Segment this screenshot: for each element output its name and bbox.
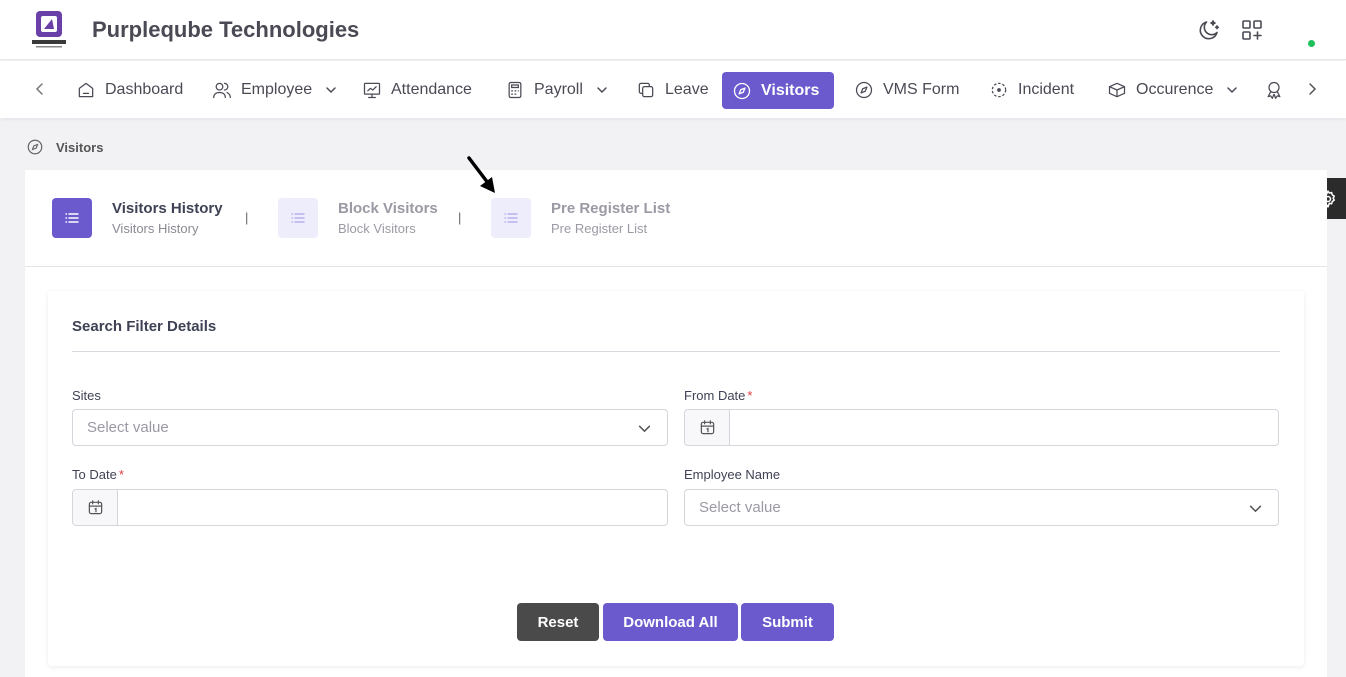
nav-item-vms-form[interactable]: VMS Form xyxy=(844,72,969,108)
tab-subtitle: Pre Register List xyxy=(551,221,648,236)
visitors-tabs: Visitors History Visitors History | Bloc… xyxy=(25,170,1327,267)
sites-label: Sites xyxy=(72,388,101,403)
chevron-down-icon xyxy=(326,87,336,94)
list-icon xyxy=(278,198,318,238)
sites-select[interactable]: Select value xyxy=(72,409,668,446)
mouse-pointer-icon xyxy=(466,155,498,195)
focus-icon xyxy=(991,82,1007,98)
required-mark: * xyxy=(747,388,753,403)
to-date-label: To Date * xyxy=(72,467,124,482)
submit-button[interactable]: Submit xyxy=(741,603,834,641)
online-status-dot xyxy=(1308,40,1315,47)
nav-item-label: Leave xyxy=(665,81,709,98)
employee-placeholder: Select value xyxy=(699,499,781,516)
list-icon xyxy=(52,198,92,238)
copy-icon xyxy=(638,82,654,98)
monitor-chart-icon xyxy=(363,82,381,99)
download-all-button[interactable]: Download All xyxy=(603,603,738,641)
dark-mode-moon-icon[interactable] xyxy=(1197,18,1221,42)
nav-scroll-right-icon[interactable] xyxy=(1302,79,1322,99)
top-header: Purpleqube Technologies xyxy=(0,0,1346,60)
compass-icon xyxy=(733,82,751,99)
required-mark: * xyxy=(118,467,124,482)
nav-item-award[interactable] xyxy=(1254,72,1294,108)
chevron-down-icon xyxy=(1227,87,1238,94)
nav-scroll-left-icon[interactable] xyxy=(30,79,50,99)
employee-name-label: Employee Name xyxy=(684,467,781,482)
nav-item-dashboard[interactable]: Dashboard xyxy=(66,72,193,108)
tab-pre-register-list[interactable]: Pre Register List Pre Register List xyxy=(491,197,670,239)
nav-item-label: Attendance xyxy=(391,81,472,98)
tab-subtitle: Block Visitors xyxy=(338,221,416,236)
compass-icon xyxy=(27,139,43,155)
chevron-down-icon xyxy=(638,425,651,433)
nav-item-label: Occurence xyxy=(1136,81,1214,98)
nav-item-payroll[interactable]: Payroll xyxy=(495,72,618,108)
company-logo[interactable] xyxy=(30,9,68,49)
nav-item-label: Payroll xyxy=(534,81,583,98)
from-date-field[interactable] xyxy=(684,409,1279,446)
nav-item-incident[interactable]: Incident xyxy=(979,72,1084,108)
divider xyxy=(72,351,1280,352)
to-date-field[interactable] xyxy=(72,489,668,526)
tab-separator: | xyxy=(458,210,462,225)
tab-subtitle: Visitors History xyxy=(112,221,199,236)
nav-item-label: Incident xyxy=(1018,81,1075,98)
tab-block-visitors[interactable]: Block Visitors Block Visitors xyxy=(278,197,438,239)
nav-item-attendance[interactable]: Attendance xyxy=(352,72,482,108)
calendar-icon[interactable] xyxy=(73,490,118,525)
tab-visitors-history[interactable]: Visitors History Visitors History xyxy=(52,197,223,239)
visitors-card: Visitors History Visitors History | Bloc… xyxy=(25,170,1327,677)
nav-item-occurence[interactable]: Occurence xyxy=(1097,72,1248,108)
home-icon xyxy=(78,82,94,98)
panel-title: Search Filter Details xyxy=(72,318,217,335)
nav-item-visitors[interactable]: Visitors xyxy=(722,72,834,109)
nav-item-label: Dashboard xyxy=(105,81,184,98)
calendar-icon[interactable] xyxy=(685,410,730,445)
apps-grid-icon[interactable] xyxy=(1240,18,1264,42)
breadcrumb: Visitors xyxy=(26,138,103,156)
chevron-down-icon xyxy=(597,87,607,94)
tab-title: Pre Register List xyxy=(551,200,671,217)
nav-item-label: Visitors xyxy=(761,81,820,99)
users-icon xyxy=(213,82,231,99)
reset-button[interactable]: Reset xyxy=(517,603,599,641)
sites-placeholder: Select value xyxy=(87,419,169,436)
tab-title: Visitors History xyxy=(112,200,223,217)
brand-name: Purpleqube Technologies xyxy=(92,17,360,42)
search-filter-panel: Search Filter Details Sites Select value… xyxy=(48,291,1304,666)
breadcrumb-label: Visitors xyxy=(56,139,104,155)
main-nav: Dashboard Employee Attendance Payroll Le… xyxy=(0,61,1346,118)
award-icon xyxy=(1267,81,1281,99)
calculator-icon xyxy=(508,81,522,99)
nav-item-employee[interactable]: Employee xyxy=(202,72,347,108)
list-icon xyxy=(491,198,531,238)
tab-title: Block Visitors xyxy=(338,200,438,217)
tab-separator: | xyxy=(245,210,249,225)
box-icon xyxy=(1108,82,1126,98)
from-date-label: From Date * xyxy=(684,388,753,403)
compass-icon xyxy=(855,81,873,99)
employee-name-select[interactable]: Select value xyxy=(684,489,1279,526)
nav-item-leave[interactable]: Leave xyxy=(626,72,719,108)
nav-item-label: VMS Form xyxy=(883,81,960,98)
chevron-down-icon xyxy=(1249,505,1262,513)
nav-item-label: Employee xyxy=(241,81,313,98)
